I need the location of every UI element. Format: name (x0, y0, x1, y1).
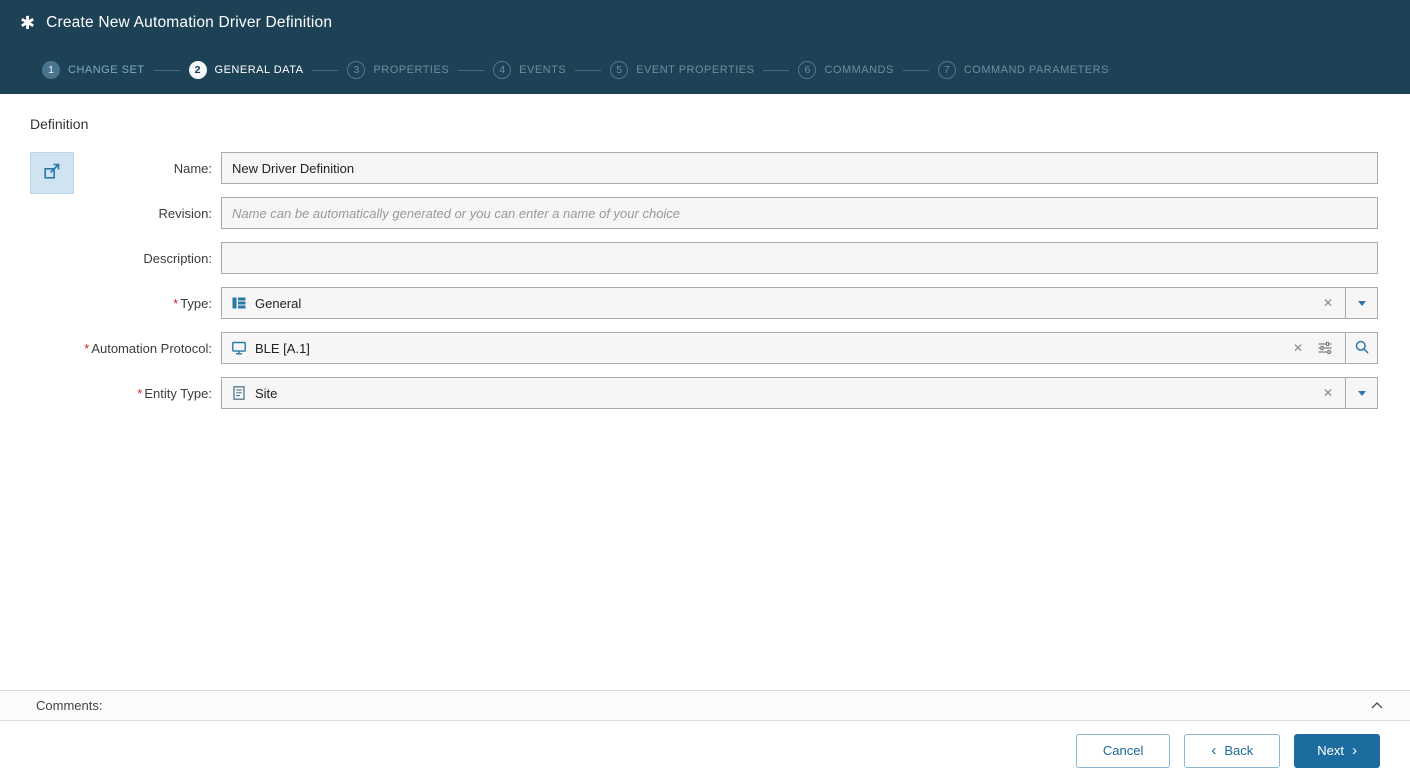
step-label: GENERAL DATA (214, 64, 304, 76)
comments-label: Comments: (36, 698, 103, 713)
step-connector (153, 69, 180, 71)
monitor-icon (231, 340, 247, 356)
name-label: Name: (173, 160, 212, 176)
step-label: EVENT PROPERTIES (636, 64, 755, 76)
step-number: 7 (937, 61, 956, 79)
revision-field-row: Revision: (74, 197, 1378, 229)
asterisk-icon: ✱ (20, 13, 36, 33)
step-number: 1 (42, 61, 60, 79)
step-number: 4 (493, 61, 512, 79)
name-input[interactable] (221, 152, 1378, 184)
chevron-up-icon[interactable] (1370, 697, 1384, 715)
automation-protocol-combobox[interactable]: BLE [A.1] ✕ (221, 332, 1346, 364)
entity-type-field-row: * Entity Type: Site ✕ (74, 377, 1378, 409)
step-label: CHANGE SET (68, 64, 145, 76)
entity-type-label: * Entity Type: (137, 385, 212, 401)
step-connector (763, 69, 790, 71)
wizard-steps: 1 CHANGE SET 2 GENERAL DATA 3 PROPERTIES… (0, 46, 1410, 94)
automation-protocol-label: * Automation Protocol: (84, 340, 212, 356)
clear-icon[interactable]: ✕ (1320, 386, 1336, 400)
step-label: COMMANDS (824, 64, 894, 76)
type-field-row: * Type: General ✕ (74, 287, 1378, 319)
revision-input[interactable] (221, 197, 1378, 229)
open-in-window-icon (42, 161, 62, 186)
required-marker: * (84, 340, 90, 356)
description-field-row: Description: (74, 242, 1378, 274)
type-label: * Type: (173, 295, 212, 311)
automation-protocol-search-button[interactable] (1345, 332, 1378, 364)
clear-icon[interactable]: ✕ (1290, 341, 1306, 355)
automation-protocol-value: BLE [A.1] (255, 340, 310, 356)
chevron-left-icon: ‹ (1211, 742, 1217, 759)
entity-type-value: Site (255, 385, 278, 401)
step-connector (312, 69, 339, 71)
back-button[interactable]: ‹ Back (1184, 733, 1281, 768)
search-icon (1354, 339, 1370, 358)
type-value: General (255, 295, 302, 311)
chevron-right-icon: › (1352, 742, 1357, 759)
step-connector (902, 69, 929, 71)
wizard-step-events[interactable]: 4 EVENTS (493, 61, 566, 79)
required-marker: * (173, 295, 179, 311)
document-icon (231, 385, 247, 401)
step-number: 5 (610, 61, 629, 79)
type-combobox[interactable]: General ✕ (221, 287, 1346, 319)
table-type-icon (231, 295, 247, 311)
section-title: Definition (30, 116, 89, 132)
clear-icon[interactable]: ✕ (1320, 296, 1336, 310)
footer: Cancel ‹ Back Next › (0, 721, 1410, 780)
next-button[interactable]: Next › (1294, 733, 1380, 768)
wizard-step-event-properties[interactable]: 5 EVENT PROPERTIES (610, 61, 754, 79)
description-input[interactable] (221, 242, 1378, 274)
name-field-row: Name: (74, 152, 1378, 184)
filter-settings-icon[interactable] (1314, 340, 1336, 356)
step-label: COMMAND PARAMETERS (963, 64, 1109, 76)
step-number: 3 (347, 61, 366, 79)
entity-type-dropdown-button[interactable] (1345, 377, 1378, 409)
expand-panel-button[interactable] (30, 152, 74, 194)
page-title: Create New Automation Driver Definition (46, 14, 333, 31)
description-label: Description: (143, 250, 212, 266)
automation-protocol-field-row: * Automation Protocol: BLE [A.1] ✕ (74, 332, 1378, 364)
step-label: PROPERTIES (373, 64, 450, 76)
step-number: 2 (188, 61, 207, 79)
required-marker: * (137, 385, 143, 401)
wizard-step-general-data[interactable]: 2 GENERAL DATA (188, 61, 304, 79)
header: ✱ Create New Automation Driver Definitio… (0, 0, 1410, 94)
step-label: EVENTS (519, 64, 567, 76)
revision-label: Revision: (158, 205, 212, 221)
wizard-step-commands[interactable]: 6 COMMANDS (798, 61, 893, 79)
chevron-down-icon (1357, 300, 1366, 306)
cancel-button[interactable]: Cancel (1075, 733, 1171, 768)
type-dropdown-button[interactable] (1345, 287, 1378, 319)
step-connector (458, 69, 485, 71)
wizard-step-change-set[interactable]: 1 CHANGE SET (42, 61, 145, 79)
step-connector (575, 69, 602, 71)
comments-bar[interactable]: Comments: (0, 690, 1410, 721)
step-number: 6 (798, 61, 817, 79)
wizard-step-command-parameters[interactable]: 7 COMMAND PARAMETERS (937, 61, 1109, 79)
main-content: Definition Name: New Driver Definition R… (0, 94, 1410, 690)
chevron-down-icon (1357, 390, 1366, 396)
wizard-step-properties[interactable]: 3 PROPERTIES (347, 61, 449, 79)
entity-type-combobox[interactable]: Site ✕ (221, 377, 1346, 409)
